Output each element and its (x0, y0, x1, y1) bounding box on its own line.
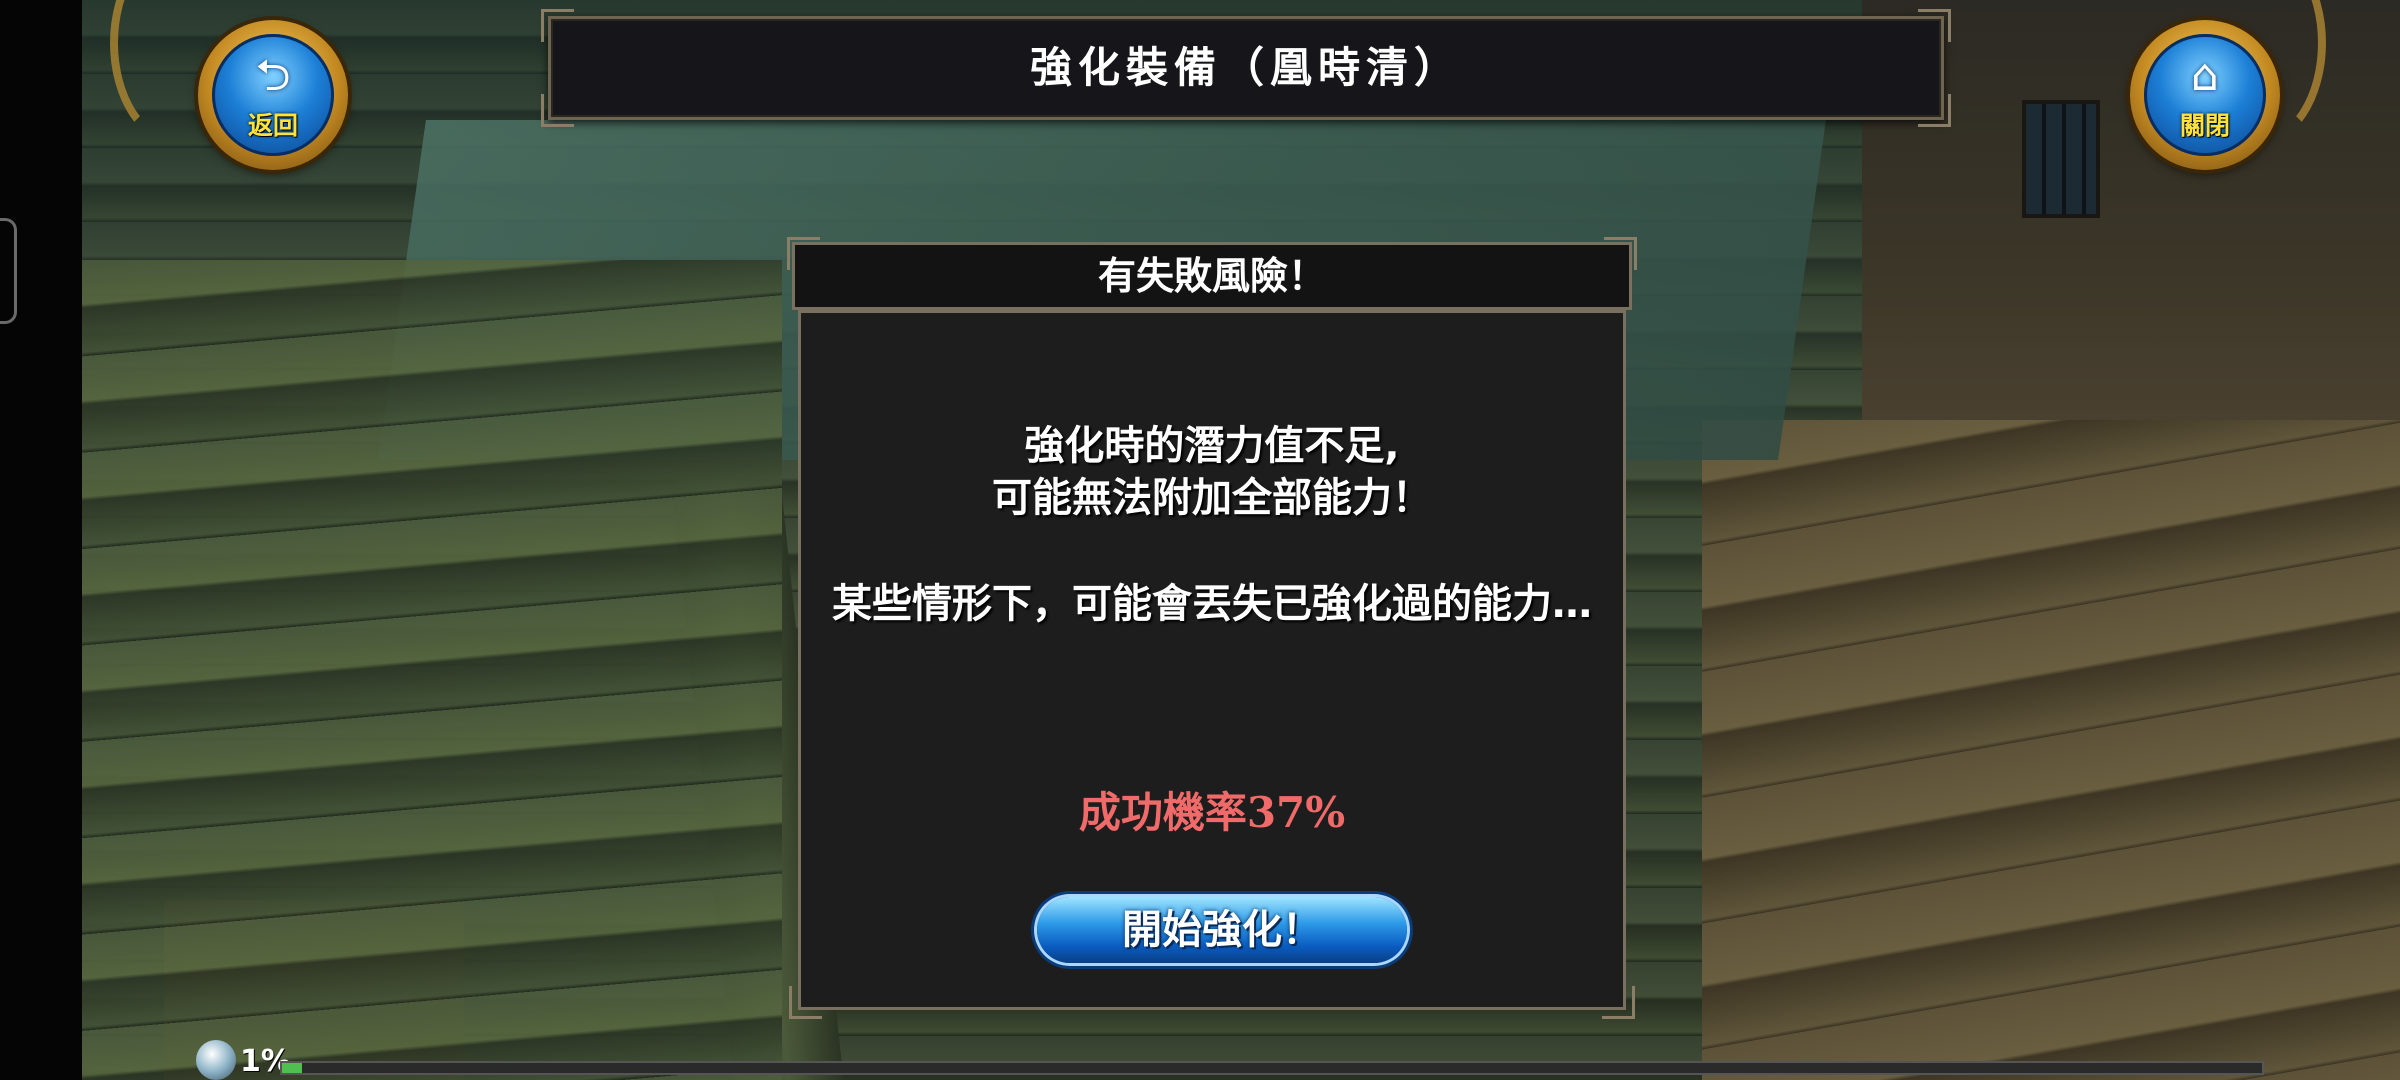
risk-warning-dialog: 有失敗風險！ 強化時的潛力值不足, 可能無法附加全部能力！ 某些情形下，可能會丟… (787, 237, 1637, 1022)
xp-progress-fill (282, 1063, 302, 1073)
xp-progress-bar (280, 1061, 2264, 1075)
xp-orb-icon (196, 1040, 236, 1080)
side-handle[interactable] (0, 218, 17, 324)
home-icon: ⌂ (2191, 50, 2219, 101)
dialog-title: 有失敗風險！ (1097, 254, 1326, 298)
success-rate-text: 成功機率37% (1078, 788, 1346, 837)
title-banner: 強化裝備（凰時清） (541, 9, 1951, 127)
warning-message-line: 強化時的潛力值不足, (1024, 423, 1400, 469)
close-button-label: 關閉 (2179, 111, 2230, 140)
dialog-corner-ornament (1602, 986, 1635, 1019)
back-arrow-icon: ⮌ (255, 50, 291, 101)
scene-window (2022, 100, 2100, 218)
back-button-label: 返回 (247, 111, 298, 140)
scene-wooden-floor (1702, 420, 2400, 1080)
game-screen: ⮌ 返回 ⌂ 關閉 強化裝備（凰時清） 有失敗風險！ 強化時的潛力值不足, 可能… (0, 0, 2400, 1080)
warning-message-line: 可能無法附加全部能力！ (992, 475, 1432, 521)
page-title: 強化裝備（凰時清） (1029, 43, 1462, 92)
device-edge (0, 0, 82, 1080)
close-button[interactable]: ⌂ 關閉 (2130, 20, 2280, 170)
dialog-header: 有失敗風險！ (787, 237, 1637, 310)
dialog-body: 強化時的潛力值不足, 可能無法附加全部能力！ 某些情形下，可能會丟失已強化過的能… (789, 310, 1635, 1019)
dialog-corner-ornament (789, 986, 822, 1019)
start-enhance-button-label: 開始強化！ (1122, 907, 1322, 953)
start-enhance-button[interactable]: 開始強化！ (1037, 897, 1407, 963)
scene-left-wall (82, 260, 782, 1080)
warning-message-line: 某些情形下，可能會丟失已強化過的能力… (832, 581, 1592, 627)
back-button[interactable]: ⮌ 返回 (198, 20, 348, 170)
